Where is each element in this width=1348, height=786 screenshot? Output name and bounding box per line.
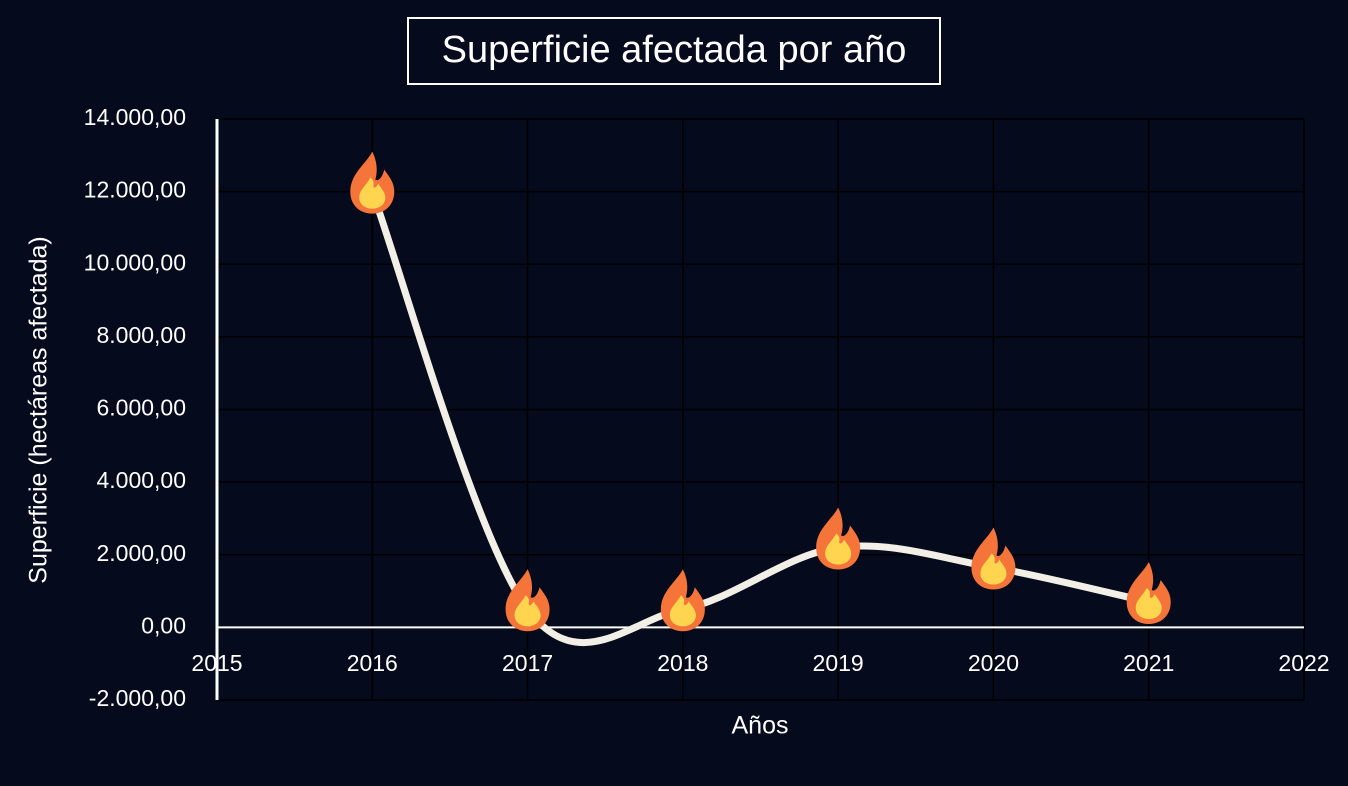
y-tick-label: 8.000,00 bbox=[96, 322, 186, 348]
y-tick-label: 0,00 bbox=[141, 612, 186, 638]
y-tick-label: 4.000,00 bbox=[96, 467, 186, 493]
y-tick-label: 2.000,00 bbox=[96, 540, 186, 566]
y-tick-label: 12.000,00 bbox=[84, 177, 186, 203]
y-tick-label: 6.000,00 bbox=[96, 395, 186, 421]
y-tick-label: -2.000,00 bbox=[89, 685, 186, 711]
y-tick-label: 10.000,00 bbox=[84, 249, 186, 275]
chart: -2.000,00 0,00 2.000,00 4.000,00 6.000,00 8.0… bbox=[0, 0, 1348, 786]
x-tick-label: 2019 bbox=[813, 650, 864, 676]
y-axis-title: Superficie (hectáreas afectada) bbox=[25, 236, 53, 583]
chart-title: Superficie afectada por año bbox=[442, 29, 907, 71]
x-tick-label: 2020 bbox=[968, 650, 1019, 676]
x-tick-label: 2022 bbox=[1278, 650, 1329, 676]
x-tick-label: 2015 bbox=[191, 650, 242, 676]
y-tick-label: 14.000,00 bbox=[84, 104, 186, 130]
x-tick-label: 2018 bbox=[657, 650, 708, 676]
x-tick-label: 2017 bbox=[502, 650, 553, 676]
x-tick-label: 2021 bbox=[1123, 650, 1174, 676]
x-axis-title: Años bbox=[732, 712, 789, 740]
x-tick-label: 2016 bbox=[347, 650, 398, 676]
